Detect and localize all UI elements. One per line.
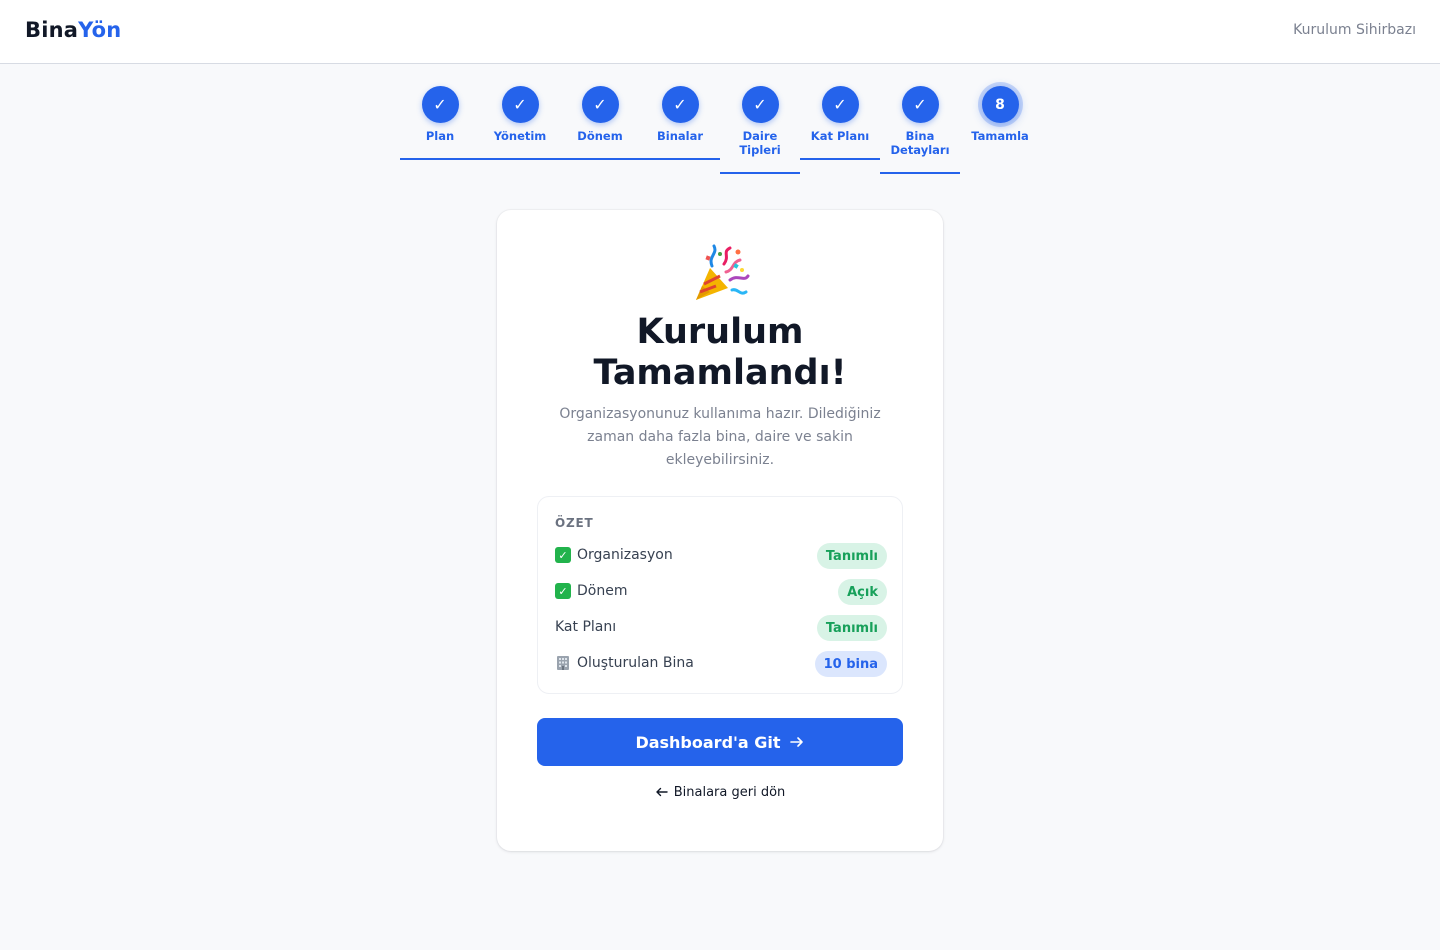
- go-to-dashboard-label: Dashboard'a Git: [635, 732, 781, 752]
- step-done-check-icon: ✓: [421, 86, 459, 123]
- top-bar: BinaYön Kurulum Sihirbazı: [0, 0, 1440, 64]
- wizard-label: Kurulum Sihirbazı: [1293, 22, 1416, 38]
- step-underline: [640, 158, 720, 160]
- step-label: Plan: [425, 129, 455, 143]
- step-label: Daire Tipleri: [739, 129, 781, 157]
- summary-row-label-wrap: Kat Planı: [555, 619, 616, 635]
- step-underline: [480, 158, 560, 160]
- back-to-buildings-label: Binalara geri dön: [673, 784, 786, 800]
- logo-part-1: Bina: [25, 18, 79, 42]
- completion-description: Organizasyonunuz kullanıma hazır. Diledi…: [559, 406, 881, 468]
- arrow-left-icon: [655, 785, 669, 799]
- step-done-check-icon: ✓: [741, 86, 779, 123]
- step-label: Dönem: [577, 129, 623, 143]
- summary-row: ✓ Organizasyon Tanımlı: [555, 543, 887, 569]
- step-binalar[interactable]: ✓ Binalar: [640, 86, 720, 160]
- step-number: 8: [981, 86, 1019, 123]
- summary-row-label: Dönem: [577, 583, 628, 599]
- step-donem[interactable]: ✓ Dönem: [560, 86, 640, 160]
- step-underline: [880, 172, 960, 174]
- setup-stepper: ✓ Plan ✓ Yönetim ✓ Dönem ✓ Binalar ✓ Dai…: [400, 86, 1040, 186]
- step-label: Yönetim: [493, 129, 547, 143]
- summary-row-label-wrap: ✓ Dönem: [555, 583, 627, 599]
- summary-row-label: Kat Planı: [555, 619, 617, 635]
- step-label: Kat Planı: [810, 129, 870, 143]
- summary-row: Kat Planı Tanımlı: [555, 615, 887, 641]
- step-tamamla[interactable]: 8 Tamamla: [960, 86, 1040, 143]
- check-mark-icon: ✓: [555, 583, 571, 599]
- step-yonetim[interactable]: ✓ Yönetim: [480, 86, 560, 160]
- back-to-buildings-link[interactable]: Binalara geri dön: [497, 782, 943, 802]
- step-done-check-icon: ✓: [581, 86, 619, 123]
- step-done-check-icon: ✓: [901, 86, 939, 123]
- step-done-check-icon: ✓: [821, 86, 859, 123]
- status-badge: Açık: [838, 579, 887, 605]
- summary-box: ÖZET ✓ Organizasyon Tanımlı ✓ Dönem Açık…: [537, 496, 903, 694]
- summary-row-label-wrap: ✓ Organizasyon: [555, 547, 673, 563]
- summary-row: ✓ Dönem Açık: [555, 579, 887, 605]
- building-count-badge: 10 bina: [814, 651, 887, 677]
- step-label: Binalar: [656, 129, 704, 143]
- completion-card: Kurulum Tamamlandı! Organizasyonunuz kul…: [497, 210, 943, 851]
- step-done-check-icon: ✓: [661, 86, 699, 123]
- step-label: Bina Detayları: [890, 129, 950, 157]
- step-kat-plani[interactable]: ✓ Kat Planı: [800, 86, 880, 160]
- step-underline: [720, 172, 800, 174]
- step-done-check-icon: ✓: [501, 86, 539, 123]
- summary-row-label-wrap: Oluşturulan Bina: [555, 655, 694, 671]
- completion-title: Kurulum Tamamlandı!: [593, 312, 847, 393]
- step-daire-tipleri[interactable]: ✓ Daire Tipleri: [720, 86, 800, 174]
- step-underline: [400, 158, 480, 160]
- step-label: Tamamla: [971, 129, 1029, 143]
- arrow-right-icon: [789, 734, 805, 750]
- summary-row: Oluşturulan Bina 10 bina: [555, 651, 887, 677]
- party-popper-icon: [497, 244, 943, 304]
- summary-row-label: Oluşturulan Bina: [577, 655, 694, 671]
- summary-title: ÖZET: [555, 516, 594, 530]
- status-badge: Tanımlı: [816, 543, 887, 569]
- step-bina-detaylari[interactable]: ✓ Bina Detayları: [880, 86, 960, 174]
- building-icon: [555, 655, 571, 671]
- step-underline: [800, 158, 880, 160]
- summary-row-label: Organizasyon: [577, 547, 673, 563]
- go-to-dashboard-button[interactable]: Dashboard'a Git: [537, 718, 903, 766]
- app-logo[interactable]: BinaYön: [25, 18, 121, 42]
- status-badge: Tanımlı: [816, 615, 887, 641]
- logo-part-2: Yön: [78, 18, 122, 42]
- step-plan[interactable]: ✓ Plan: [400, 86, 480, 160]
- check-mark-icon: ✓: [555, 547, 571, 563]
- step-underline: [560, 158, 640, 160]
